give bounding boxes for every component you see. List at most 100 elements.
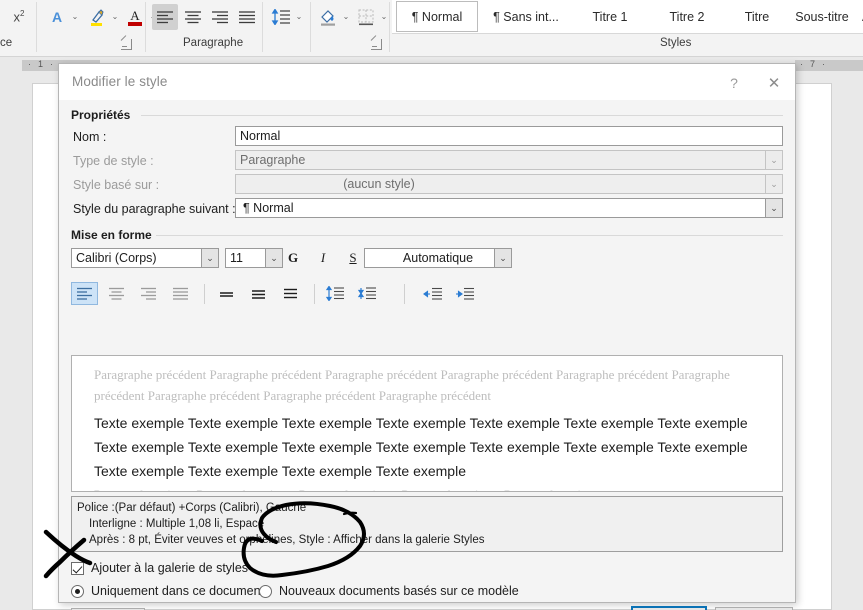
line-spacing-double-button[interactable]: [277, 282, 304, 305]
superscript-icon[interactable]: x2: [6, 4, 32, 30]
align-justify-button[interactable]: [167, 282, 194, 305]
font-color-dropdown[interactable]: Automatique ⌄: [364, 248, 512, 268]
justify-icon[interactable]: [234, 4, 260, 30]
align-center-glyph: [109, 287, 124, 300]
description-line-3: Après : 8 pt, Éviter veuves et orpheline…: [89, 534, 485, 546]
ruler-number-left: 1: [38, 59, 44, 69]
font-color-glyph: A: [128, 8, 142, 26]
preview-next-paragraph: Paragraphe suivant Paragraphe suivant Pa…: [94, 484, 762, 491]
font-family-value: Calibri (Corps): [76, 251, 157, 265]
increase-paragraph-spacing-button[interactable]: [321, 282, 348, 305]
style-item-normal[interactable]: ¶ Normal: [396, 1, 478, 32]
add-to-gallery-label: Ajouter à la galerie de styles: [91, 561, 249, 575]
style-item-titre-2[interactable]: Titre 2: [648, 1, 726, 32]
only-this-document-radio[interactable]: [71, 585, 84, 598]
underline-button[interactable]: S: [341, 248, 365, 268]
help-icon[interactable]: ?: [719, 70, 749, 96]
single-spacing-glyph: [220, 292, 233, 297]
text-effects-icon[interactable]: A: [44, 4, 70, 30]
styles-gallery[interactable]: ¶ Normal ¶ Sans int... Titre 1 Titre 2 T…: [392, 0, 863, 34]
double-spacing-glyph: [284, 288, 297, 299]
style-item-sous-titre[interactable]: Sous-titre: [788, 1, 856, 32]
based-on-chevron-down-icon[interactable]: ⌄: [765, 174, 783, 194]
ruler-tick-dot-left: ·: [28, 59, 31, 69]
line-spacing-glyph: [271, 9, 290, 25]
font-family-chevron-down-icon[interactable]: ⌄: [201, 248, 219, 268]
align-right-glyph: [141, 287, 156, 300]
based-on-label: Style basé sur :: [73, 178, 160, 192]
name-input-value: Normal: [240, 129, 281, 143]
paragraph-dialog-launcher-icon[interactable]: [371, 39, 382, 50]
word-style-dialog-screen: · 1 · · 7 · x2 A ⌄ ⌄ A ⌄ ⌄ ⌄ ¶ Normal ¶ …: [0, 0, 863, 610]
ruler-right-margin: [795, 60, 863, 71]
line-spacing-single-button[interactable]: [213, 282, 240, 305]
bold-button[interactable]: G: [281, 248, 305, 268]
justify-glyph: [173, 287, 188, 300]
toolbar-divider-2: [314, 284, 315, 304]
style-description-box: Police :(Par défaut) +Corps (Calibri), G…: [71, 496, 783, 552]
italic-button[interactable]: I: [311, 248, 335, 268]
align-center-icon[interactable]: [180, 4, 206, 30]
shading-chevron-down-icon[interactable]: ⌄: [341, 12, 351, 22]
formatting-section-label: Mise en forme: [71, 228, 152, 242]
font-dialog-launcher-icon[interactable]: [121, 39, 132, 50]
only-this-document-label: Uniquement dans ce document: [91, 584, 265, 598]
decrease-indent-button[interactable]: [419, 282, 446, 305]
align-left-button[interactable]: [71, 282, 98, 305]
style-type-chevron-down-icon[interactable]: ⌄: [765, 150, 783, 170]
based-on-value: (aucun style): [343, 177, 415, 191]
style-item-titre[interactable]: Titre: [726, 1, 788, 32]
align-right-icon[interactable]: [207, 4, 233, 30]
shading-icon[interactable]: [315, 4, 341, 30]
highlight-chevron-down-icon[interactable]: ⌄: [110, 12, 120, 22]
style-item-titre-1[interactable]: Titre 1: [572, 1, 648, 32]
based-on-dropdown[interactable]: (aucun style) ⌄: [235, 174, 783, 194]
align-center-button[interactable]: [103, 282, 130, 305]
line-spacing-icon[interactable]: [268, 4, 294, 30]
new-documents-label: Nouveaux documents basés sur ce modèle: [279, 584, 519, 598]
style-item-accentuation[interactable]: Accer: [856, 1, 863, 32]
borders-icon[interactable]: [353, 4, 379, 30]
name-input[interactable]: Normal: [235, 126, 783, 146]
ruler-tick-dot-right: ·: [800, 59, 803, 69]
increase-indent-button[interactable]: [451, 282, 478, 305]
name-label: Nom :: [73, 130, 107, 144]
align-center-glyph: [185, 11, 201, 24]
font-color-chevron-down-icon[interactable]: ⌄: [494, 248, 512, 268]
increase-spacing-glyph: [325, 286, 344, 301]
ok-button[interactable]: OK: [631, 606, 707, 610]
spacing-1-5-glyph: [252, 290, 265, 299]
style-type-dropdown[interactable]: Paragraphe ⌄: [235, 150, 783, 170]
next-style-dropdown[interactable]: ¶ Normal ⌄: [235, 198, 783, 218]
style-type-value: Paragraphe: [240, 153, 306, 167]
close-icon[interactable]: ✕: [759, 70, 789, 96]
align-left-glyph: [157, 11, 173, 24]
style-item-sans-interligne[interactable]: ¶ Sans int...: [480, 1, 572, 32]
ruler-number-right: 7: [810, 59, 816, 69]
add-to-gallery-checkbox[interactable]: [71, 562, 84, 575]
font-size-value: 11: [230, 251, 243, 265]
borders-chevron-down-icon[interactable]: ⌄: [379, 12, 389, 22]
toolbar-divider-1: [204, 284, 205, 304]
align-right-glyph: [212, 11, 228, 24]
next-style-chevron-down-icon[interactable]: ⌄: [765, 198, 783, 218]
formatting-section-rule: [156, 235, 783, 236]
line-spacing-chevron-down-icon[interactable]: ⌄: [294, 12, 304, 22]
decrease-paragraph-spacing-button[interactable]: [353, 282, 380, 305]
toolbar-divider-3: [404, 284, 405, 304]
line-spacing-1-5-button[interactable]: [245, 282, 272, 305]
dialog-title-bar[interactable]: Modifier le style ? ✕: [59, 64, 795, 100]
font-size-dropdown[interactable]: 11 ⌄: [225, 248, 283, 268]
align-left-icon[interactable]: [152, 4, 178, 30]
font-family-dropdown[interactable]: Calibri (Corps) ⌄: [71, 248, 219, 268]
highlight-color-icon[interactable]: [84, 4, 110, 30]
highlight-glyph: [91, 9, 104, 26]
text-effects-chevron-down-icon[interactable]: ⌄: [70, 12, 80, 22]
align-right-button[interactable]: [135, 282, 162, 305]
dialog-body: Propriétés Nom : Normal Type de style : …: [59, 100, 795, 610]
new-documents-radio[interactable]: [259, 585, 272, 598]
svg-text:A: A: [130, 8, 140, 23]
decrease-indent-glyph: [422, 287, 442, 300]
ruler-tick-dot-right2: ·: [822, 59, 825, 69]
next-style-value: ¶ Normal: [243, 201, 294, 215]
